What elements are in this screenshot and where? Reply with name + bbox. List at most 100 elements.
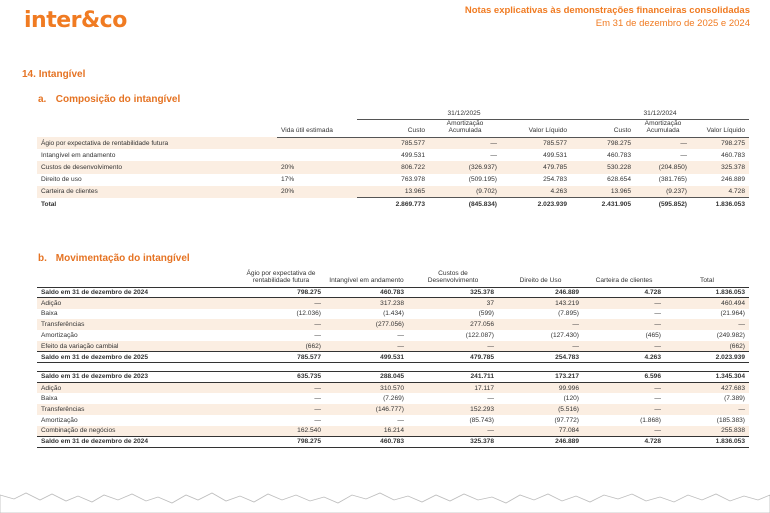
subsection-a-heading: a. Composição do intangível <box>38 94 180 105</box>
table-cell: 1.345.304 <box>665 371 749 383</box>
table-cell: 325.378 <box>691 161 749 174</box>
subsection-b-title: Movimentação do intangível <box>55 253 190 264</box>
table-row: Adição —317.238 37 143.219—460.494 <box>37 297 749 309</box>
table-cell: — <box>498 319 583 331</box>
table-cell: (122.087) <box>465 332 494 340</box>
table-cell <box>277 198 357 211</box>
table-cell: — <box>665 403 749 415</box>
row-label: Total <box>41 200 57 208</box>
row-label: Efeito da variação cambial <box>37 340 237 352</box>
table-cell: (662) <box>665 340 749 352</box>
row-label: Amortização <box>41 416 78 424</box>
table-cell: 16.214 <box>325 425 408 437</box>
row-label: Saldo em 31 de dezembro de 2023 <box>37 371 237 383</box>
table-cell: — <box>680 151 687 159</box>
column-header: Amortização Acumulada <box>429 119 501 138</box>
movement-table: Ágio por expectativa de rentabilidade fu… <box>37 265 749 448</box>
table-cell: — <box>583 340 665 352</box>
row-label: Baixa <box>41 310 58 318</box>
table-cell: — <box>583 425 665 437</box>
table-cell: 255.838 <box>665 425 749 437</box>
column-header: Custo <box>357 119 429 138</box>
table-cell: — <box>237 382 325 394</box>
table-cell: (21.964) <box>720 310 745 318</box>
row-label: Saldo em 31 de dezembro de 2025 <box>37 351 237 364</box>
row-label: Ágio por expectativa de rentabilidade fu… <box>37 137 277 150</box>
table-cell: — <box>665 319 749 331</box>
table-cell: 499.531 <box>401 151 425 159</box>
table-cell: (85.743) <box>469 416 494 424</box>
torn-paper-edge <box>0 492 770 513</box>
table-row: Saldo em 31 de dezembro de 2024 798.275 46… <box>37 435 749 448</box>
table-cell <box>277 137 357 150</box>
section-number: 14. <box>22 69 36 80</box>
table-cell: — <box>583 403 665 415</box>
table-spacer <box>37 363 749 372</box>
table-cell: (120) <box>563 395 579 403</box>
table-cell: 99.996 <box>498 382 583 394</box>
table-cell: 499.531 <box>543 151 567 159</box>
table-cell: — <box>583 297 665 309</box>
column-header: Carteira de clientes <box>595 277 653 284</box>
table-cell: 785.577 <box>357 137 429 150</box>
period-header-2025: 31/12/2025 <box>357 108 571 120</box>
row-label: Baixa <box>41 395 58 403</box>
table-cell: — <box>314 332 321 340</box>
table-cell: 2.023.939 <box>501 197 571 211</box>
table-cell: — <box>583 382 665 394</box>
table-row: Saldo em 31 de dezembro de 2025 785.577 49… <box>37 351 749 364</box>
table-row: Transferências — (146.777) 152.293 (5.516) — — <box>37 403 749 415</box>
table-cell: 798.275 <box>571 137 635 150</box>
subsection-b-letter: b. <box>38 253 47 264</box>
table-cell: (5.516) <box>498 403 583 415</box>
table-cell: — <box>408 340 498 352</box>
table-cell: 6.596 <box>583 371 665 383</box>
table-cell: 460.783 <box>325 286 408 299</box>
table-row: Combinação de negócios 162.540 16.214—77.0… <box>37 425 749 437</box>
table-row: Baixa — (7.269) — (120) — (7.389) <box>37 393 749 404</box>
table-cell: 798.275 <box>237 435 325 448</box>
row-label: Saldo em 31 de dezembro de 2024 <box>37 286 237 299</box>
table-cell: — <box>654 310 661 318</box>
table-cell: (845.834) <box>429 197 501 211</box>
table-row: Amortização — — (122.087) (127.430) (465) (249… <box>37 330 749 341</box>
row-label: Transferências <box>37 403 237 415</box>
document-subtitle: Em 31 de dezembro de 2025 e 2024 <box>595 18 750 29</box>
table-cell: 246.889 <box>721 176 745 184</box>
table-cell: (1.434) <box>383 310 404 318</box>
table-cell: 254.783 <box>543 176 567 184</box>
table-row: Saldo em 31 de dezembro de 2024 798.275 46… <box>37 286 749 299</box>
table-cell: (127.430) <box>550 332 579 340</box>
table-cell: 17.117 <box>408 382 498 394</box>
table-cell: — <box>314 416 321 424</box>
table-cell: 241.711 <box>408 371 498 383</box>
table-cell: — <box>583 319 665 331</box>
table-cell: — <box>429 137 501 150</box>
table-cell: (599) <box>478 310 494 318</box>
subsection-a-title: Composição do intangível <box>55 94 181 105</box>
table-cell: 2.869.773 <box>357 197 429 211</box>
table-cell: (662) <box>237 340 325 352</box>
table-cell: — <box>237 403 325 415</box>
table-cell: 254.783 <box>498 351 583 364</box>
table-cell: 460.783 <box>325 435 408 448</box>
table-row: Intangível em andamento 499.531 — 499.531 46… <box>37 149 749 161</box>
table-cell: (146.777) <box>325 403 408 415</box>
table-cell: 806.722 <box>357 161 429 174</box>
table-cell: 530.228 <box>571 161 635 174</box>
table-cell: — <box>237 297 325 309</box>
table-cell: 277.056 <box>408 319 498 331</box>
table-cell: 4.728 <box>583 286 665 299</box>
table-row: Ágio por expectativa de rentabilidade fu… <box>37 137 749 150</box>
table-cell: 246.889 <box>498 435 583 448</box>
table-cell: (9.237) <box>635 185 691 198</box>
table-cell: (509.195) <box>468 176 497 184</box>
table-cell: (595.852) <box>635 197 691 211</box>
table-row: Baixa (12.036) (1.434) (599) (7.895) — (21.964… <box>37 309 749 320</box>
table-cell: 77.084 <box>498 425 583 437</box>
table-cell: 479.785 <box>408 351 498 364</box>
table-cell: 17% <box>281 176 295 184</box>
table-cell: 20% <box>277 161 357 174</box>
table-cell: 13.965 <box>357 185 429 198</box>
table-cell: 499.531 <box>325 351 408 364</box>
